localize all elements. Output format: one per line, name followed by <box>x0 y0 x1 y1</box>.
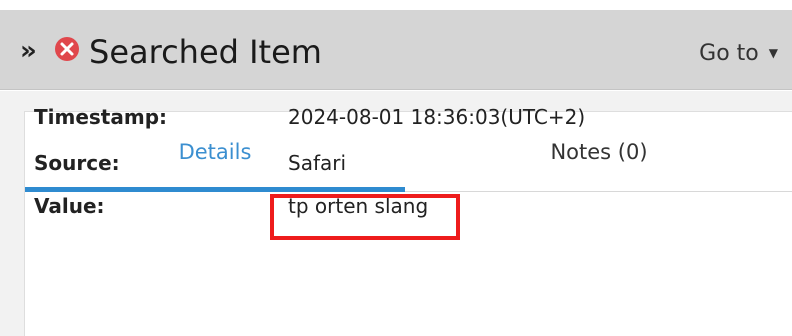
close-circle-icon-graphic <box>55 37 79 61</box>
source-value: Safari <box>288 151 347 175</box>
timestamp-value: 2024-08-01 18:36:03(UTC+2) <box>288 105 586 129</box>
window-header: » Searched Item Go to ▼ <box>0 10 792 90</box>
goto-dropdown[interactable]: Go to ▼ <box>699 40 778 66</box>
source-label: Source: <box>34 151 120 175</box>
timestamp-label: Timestamp: <box>34 105 168 129</box>
highlight-box <box>270 194 460 240</box>
page-title: Searched Item <box>89 33 322 71</box>
double-chevron-right-icon[interactable]: » <box>20 38 46 64</box>
close-circle-icon[interactable] <box>54 36 80 62</box>
caret-down-icon: ▼ <box>768 46 778 60</box>
value-label: Value: <box>34 194 105 218</box>
goto-label: Go to <box>699 40 759 66</box>
searched-item-window: » Searched Item Go to ▼ Details Notes (0… <box>0 0 792 336</box>
